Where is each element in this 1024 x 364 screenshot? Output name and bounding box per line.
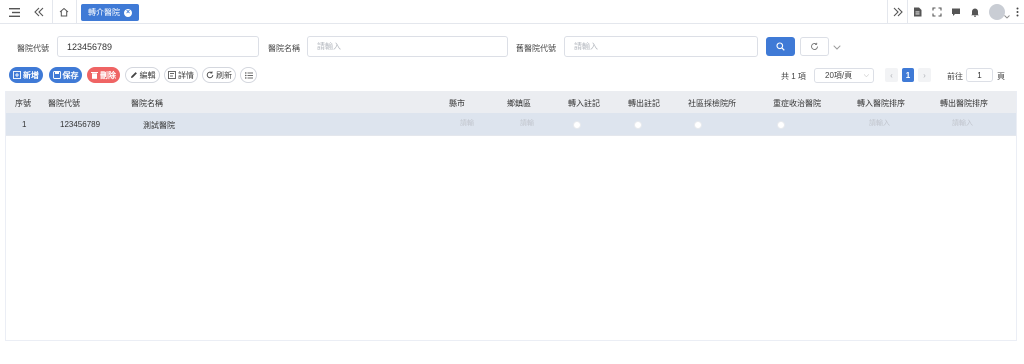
- cell-district-input[interactable]: 請輸: [520, 118, 534, 131]
- hospital-name-input[interactable]: 請輸入: [307, 36, 508, 57]
- details-label: 詳情: [178, 70, 194, 80]
- refresh-icon: [206, 71, 214, 79]
- page-size-value: 20項/頁: [825, 71, 853, 80]
- transfer-in-radio[interactable]: [573, 121, 581, 129]
- details-button[interactable]: 詳情: [164, 67, 198, 83]
- col-header-critical-hospital: 重症收治醫院: [773, 99, 821, 108]
- current-page[interactable]: 1: [902, 68, 914, 82]
- trash-icon: [91, 72, 98, 79]
- hospital-code-value: 123456789: [67, 41, 113, 52]
- col-header-community-clinic: 社區採檢院所: [688, 99, 736, 108]
- prev-page-button[interactable]: ‹: [885, 68, 898, 82]
- next-page-button[interactable]: ›: [918, 68, 931, 82]
- hospital-name-label: 醫院名稱: [268, 44, 300, 53]
- refresh-label: 刷新: [216, 70, 232, 80]
- col-header-index: 序號: [15, 99, 31, 108]
- list-settings-icon: [244, 71, 253, 79]
- page-size-select[interactable]: 20項/頁 ⌵: [814, 68, 874, 83]
- page-suffix: 頁: [997, 72, 1005, 81]
- refresh-button[interactable]: 刷新: [202, 67, 236, 83]
- goto-page-value: 1: [977, 70, 982, 80]
- cell-out-sort-input[interactable]: 請輸入: [952, 118, 973, 131]
- transfer-out-radio[interactable]: [634, 121, 642, 129]
- cell-in-sort-input[interactable]: 請輸入: [869, 118, 890, 131]
- chevron-right-icon: ›: [923, 70, 926, 80]
- top-nav-bar: 轉介醫院 ×: [0, 0, 1024, 24]
- cell-index: 1: [22, 120, 27, 129]
- double-chevron-left-icon[interactable]: [31, 4, 47, 20]
- col-header-city: 縣市: [449, 99, 465, 108]
- delete-button[interactable]: 刪除: [87, 67, 120, 83]
- col-header-name: 醫院名稱: [131, 99, 163, 108]
- delete-label: 刪除: [100, 70, 116, 80]
- hamburger-icon[interactable]: [6, 4, 22, 20]
- hospital-table: 序號 醫院代號 醫院名稱 縣市 鄉鎮區 轉入註記 轉出註記 社區採檢院所 重症收…: [5, 91, 1017, 341]
- tab-referral-hospital[interactable]: 轉介醫院 ×: [81, 4, 139, 21]
- chat-icon[interactable]: [946, 0, 965, 24]
- old-hospital-code-input[interactable]: 請輸入: [564, 36, 758, 57]
- avatar[interactable]: [984, 0, 1010, 24]
- search-form: 醫院代號 123456789 醫院名稱 請輸入 舊醫院代號 請輸入: [0, 34, 1024, 62]
- goto-page-input[interactable]: 1: [966, 68, 993, 82]
- search-icon: [776, 42, 785, 51]
- pager-total: 共 1 項: [781, 72, 806, 81]
- avatar-icon: [989, 4, 1005, 20]
- col-header-district: 鄉鎮區: [507, 99, 531, 108]
- save-button[interactable]: 保存: [49, 67, 82, 83]
- critical-hospital-radio[interactable]: [777, 121, 785, 129]
- refresh-icon: [811, 42, 818, 50]
- document-icon[interactable]: [908, 0, 927, 24]
- cell-name: 測試醫院: [143, 121, 175, 130]
- search-button[interactable]: [766, 37, 795, 56]
- table-row[interactable]: 1 123456789 測試醫院 請輸 請輸 請輸入 請輸入: [6, 113, 1016, 136]
- column-settings-button[interactable]: [240, 67, 257, 83]
- cell-city-input[interactable]: 請輸: [460, 118, 474, 131]
- table-header: 序號 醫院代號 醫院名稱 縣市 鄉鎮區 轉入註記 轉出註記 社區採檢院所 重症收…: [6, 91, 1016, 113]
- add-button[interactable]: 新增: [9, 67, 43, 83]
- hospital-code-input[interactable]: 123456789: [57, 36, 259, 57]
- col-header-code: 醫院代號: [48, 99, 80, 108]
- reset-button[interactable]: [800, 37, 829, 56]
- col-header-in-sort: 轉入醫院排序: [857, 99, 905, 108]
- header-actions: [887, 0, 1024, 24]
- edit-button[interactable]: 編輯: [125, 67, 160, 83]
- hospital-name-placeholder: 請輸入: [317, 42, 341, 51]
- add-label: 新增: [23, 70, 39, 80]
- details-icon: [168, 71, 176, 79]
- home-icon[interactable]: [56, 4, 72, 20]
- old-hospital-code-placeholder: 請輸入: [574, 42, 598, 51]
- double-chevron-right-icon[interactable]: [888, 0, 907, 24]
- col-header-transfer-out: 轉出註記: [628, 99, 660, 108]
- col-header-transfer-in: 轉入註記: [568, 99, 600, 108]
- community-clinic-radio[interactable]: [694, 121, 702, 129]
- fullscreen-icon[interactable]: [927, 0, 946, 24]
- action-toolbar: 新增 保存 刪除 編輯 詳情 刷新 共 1 項 20項/頁 ⌵ ‹ 1 › 前往…: [0, 66, 1024, 86]
- save-label: 保存: [62, 70, 79, 80]
- more-vertical-icon[interactable]: [1010, 0, 1024, 24]
- col-header-out-sort: 轉出醫院排序: [940, 99, 988, 108]
- tab-label: 轉介醫院: [88, 8, 120, 17]
- chevron-left-icon: ‹: [890, 70, 893, 80]
- chevron-down-icon[interactable]: [833, 42, 841, 52]
- hospital-code-label: 醫院代號: [17, 44, 49, 53]
- old-hospital-code-label: 舊醫院代號: [516, 44, 556, 53]
- bell-icon[interactable]: [965, 0, 984, 24]
- goto-label: 前往: [947, 72, 963, 81]
- cell-code: 123456789: [60, 120, 101, 129]
- close-icon[interactable]: ×: [124, 8, 132, 17]
- add-icon: [13, 71, 21, 79]
- edit-label: 編輯: [139, 70, 156, 80]
- save-icon: [52, 71, 61, 79]
- pencil-icon: [130, 72, 137, 78]
- chevron-down-icon: ⌵: [863, 72, 869, 79]
